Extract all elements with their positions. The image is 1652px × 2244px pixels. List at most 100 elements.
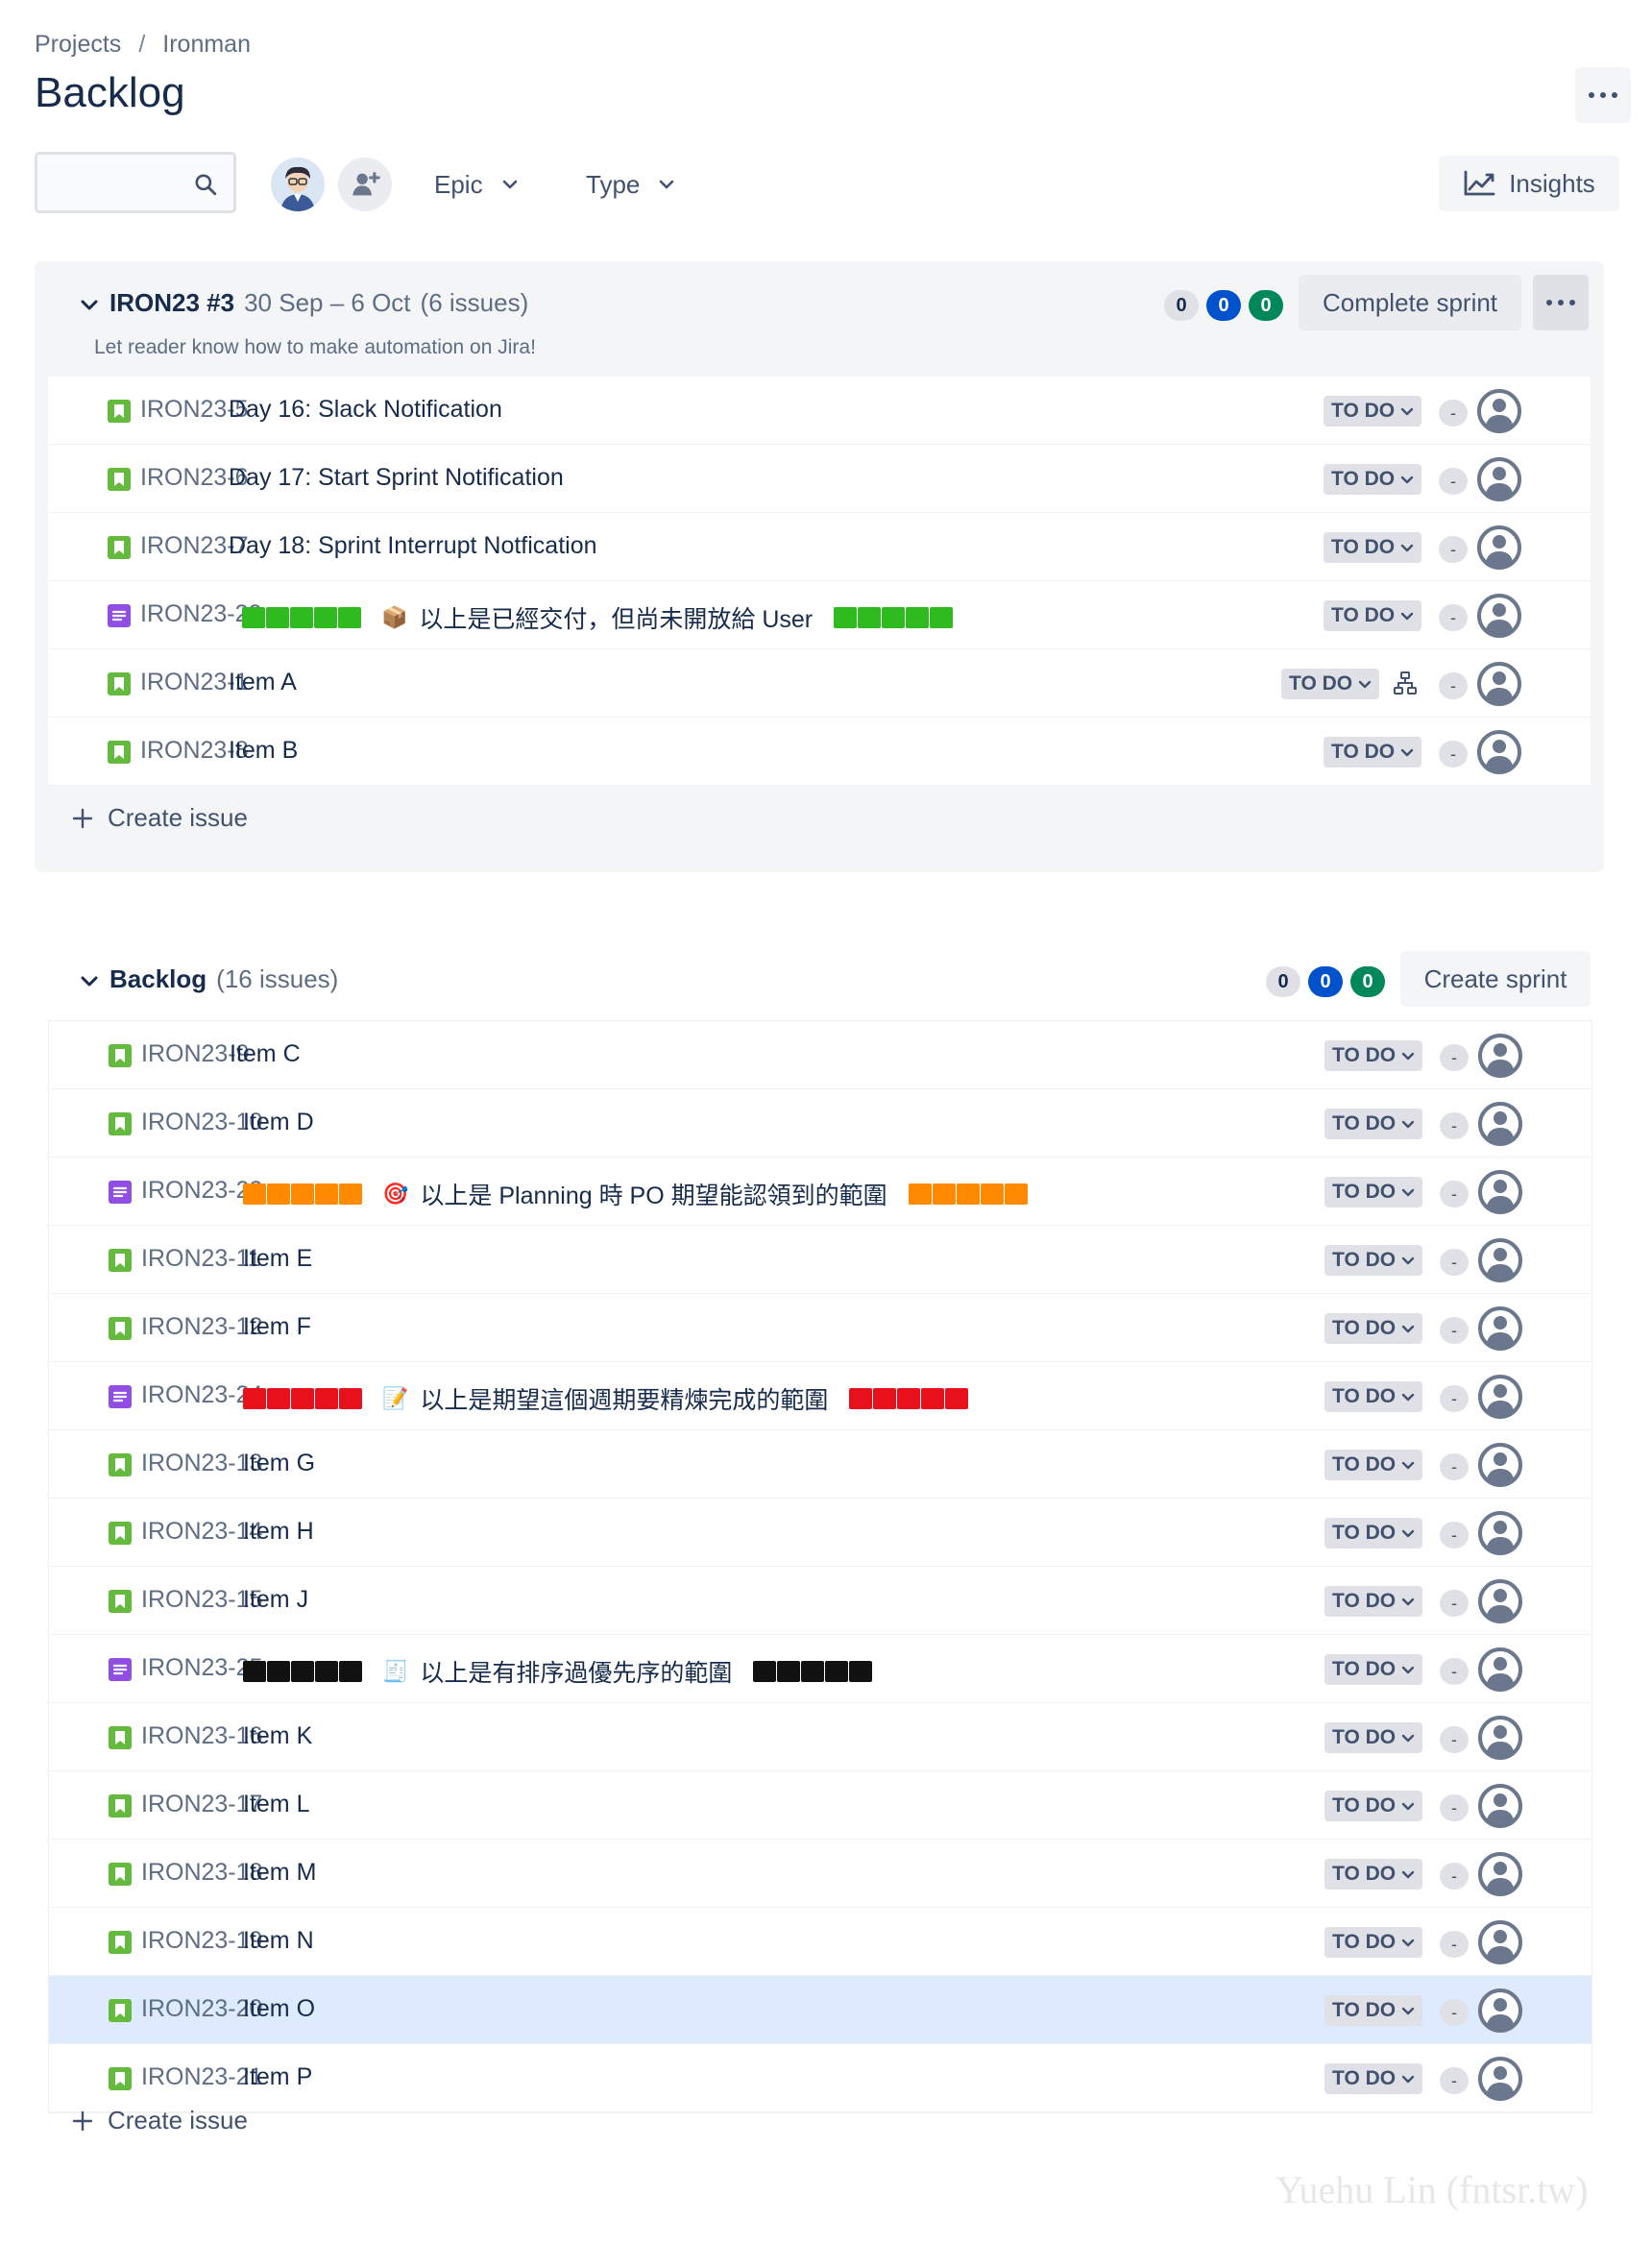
issue-summary[interactable]: 以上是期望這個週期要精煉完成的範圍	[420, 1381, 828, 1416]
story-points-badge[interactable]: -	[1439, 400, 1468, 427]
story-points-badge[interactable]: -	[1440, 1112, 1469, 1139]
unassigned-avatar-icon[interactable]	[1477, 662, 1521, 706]
unassigned-avatar-icon[interactable]	[1478, 1716, 1522, 1760]
unassigned-avatar-icon[interactable]	[1477, 525, 1521, 570]
story-points-badge[interactable]: -	[1439, 604, 1468, 631]
status-dropdown[interactable]: TO DO	[1324, 1245, 1423, 1276]
story-points-badge[interactable]: -	[1440, 1590, 1469, 1617]
issue-row[interactable]: IRON23-15 Item J TO DO -	[49, 1567, 1591, 1635]
unassigned-avatar-icon[interactable]	[1477, 594, 1521, 638]
epic-filter-dropdown[interactable]: Epic	[434, 165, 518, 204]
story-points-badge[interactable]: -	[1440, 1931, 1469, 1958]
unassigned-avatar-icon[interactable]	[1478, 1102, 1522, 1146]
status-dropdown[interactable]: TO DO	[1324, 1450, 1423, 1480]
issue-row[interactable]: IRON23-6 Day 17: Start Sprint Notificatio…	[48, 445, 1591, 513]
issue-row[interactable]: IRON23-8 Item B TO DO -	[48, 718, 1591, 786]
issue-row[interactable]: IRON23-20 Item O TO DO -	[49, 1976, 1591, 2044]
issue-summary[interactable]: 以上是 Planning 時 PO 期望能認領到的範圍	[420, 1177, 887, 1211]
breadcrumb-projects-link[interactable]: Projects	[35, 31, 121, 59]
story-points-badge[interactable]: -	[1440, 1999, 1469, 2026]
issue-summary[interactable]: Item D	[243, 1109, 314, 1136]
unassigned-avatar-icon[interactable]	[1478, 1238, 1522, 1282]
issue-summary[interactable]: Day 16: Slack Notification	[229, 396, 502, 424]
unassigned-avatar-icon[interactable]	[1478, 1852, 1522, 1896]
issue-row[interactable]: IRON23-21 Item P TO DO -	[49, 2044, 1591, 2112]
story-points-badge[interactable]: -	[1440, 2067, 1469, 2094]
status-dropdown[interactable]: TO DO	[1324, 1654, 1423, 1685]
issue-summary[interactable]: Item L	[243, 1791, 309, 1818]
issue-summary[interactable]: Item P	[243, 2063, 312, 2091]
story-points-badge[interactable]: -	[1439, 468, 1468, 495]
status-dropdown[interactable]: TO DO	[1324, 2063, 1423, 2094]
issue-summary[interactable]: Item K	[243, 1722, 312, 1750]
issue-row[interactable]: IRON23-16 Item K TO DO -	[49, 1703, 1591, 1771]
story-points-badge[interactable]: -	[1440, 1794, 1469, 1821]
chevron-down-icon[interactable]	[79, 971, 100, 992]
status-dropdown[interactable]: TO DO	[1324, 1109, 1423, 1139]
story-points-badge[interactable]: -	[1440, 1385, 1469, 1412]
status-dropdown[interactable]: TO DO	[1324, 396, 1422, 427]
page-more-button[interactable]	[1575, 67, 1631, 123]
issue-summary[interactable]: 以上是已經交付，但尚未開放給 User	[419, 600, 813, 635]
status-dropdown[interactable]: TO DO	[1324, 532, 1422, 563]
issue-summary[interactable]: Item B	[229, 737, 298, 765]
story-points-badge[interactable]: -	[1440, 1044, 1469, 1071]
search-box[interactable]	[35, 152, 236, 213]
add-people-button[interactable]	[338, 158, 392, 211]
unassigned-avatar-icon[interactable]	[1478, 1579, 1522, 1623]
issue-row[interactable]: IRON23-5 Day 16: Slack Notification TO DO -	[48, 377, 1591, 445]
issue-summary[interactable]: Item C	[230, 1040, 301, 1068]
status-dropdown[interactable]: TO DO	[1324, 1040, 1423, 1071]
issue-row[interactable]: IRON23-18 Item M TO DO -	[49, 1840, 1591, 1908]
insights-button[interactable]: Insights	[1439, 156, 1619, 211]
status-dropdown[interactable]: TO DO	[1324, 1995, 1423, 2026]
issue-summary[interactable]: Item G	[243, 1450, 315, 1477]
story-points-badge[interactable]: -	[1440, 1181, 1469, 1207]
issue-summary[interactable]: Item M	[243, 1859, 316, 1887]
unassigned-avatar-icon[interactable]	[1478, 1647, 1522, 1692]
story-points-badge[interactable]: -	[1439, 741, 1468, 768]
story-points-badge[interactable]: -	[1440, 1453, 1469, 1480]
unassigned-avatar-icon[interactable]	[1478, 1511, 1522, 1555]
user-avatar-filter[interactable]	[271, 158, 325, 211]
status-dropdown[interactable]: TO DO	[1324, 1859, 1423, 1890]
unassigned-avatar-icon[interactable]	[1478, 1375, 1522, 1419]
sprint-more-button[interactable]	[1533, 275, 1589, 330]
status-dropdown[interactable]: TO DO	[1324, 1177, 1423, 1207]
story-points-badge[interactable]: -	[1440, 1249, 1469, 1276]
issue-summary[interactable]: Item A	[229, 669, 297, 696]
issue-row[interactable]: IRON23-25 🧾 以上是有排序過優先序的範圍 TO DO -	[49, 1635, 1591, 1703]
issue-row[interactable]: IRON23-1 Item A TO DO -	[48, 649, 1591, 718]
story-points-badge[interactable]: -	[1440, 1658, 1469, 1685]
unassigned-avatar-icon[interactable]	[1477, 389, 1521, 433]
unassigned-avatar-icon[interactable]	[1477, 730, 1521, 774]
issue-row[interactable]: IRON23-17 Item L TO DO -	[49, 1771, 1591, 1840]
status-dropdown[interactable]: TO DO	[1324, 1381, 1423, 1412]
issue-summary[interactable]: 以上是有排序過優先序的範圍	[420, 1654, 732, 1689]
issue-row[interactable]: IRON23-14 Item H TO DO -	[49, 1499, 1591, 1567]
status-dropdown[interactable]: TO DO	[1324, 1927, 1423, 1958]
issue-summary[interactable]: Day 17: Start Sprint Notification	[229, 464, 564, 492]
story-points-badge[interactable]: -	[1440, 1522, 1469, 1549]
issue-summary[interactable]: Day 18: Sprint Interrupt Notfication	[229, 532, 597, 560]
search-input[interactable]	[47, 164, 195, 205]
unassigned-avatar-icon[interactable]	[1478, 1784, 1522, 1828]
issue-row[interactable]: IRON23-13 Item G TO DO -	[49, 1430, 1591, 1499]
unassigned-avatar-icon[interactable]	[1478, 1170, 1522, 1214]
status-dropdown[interactable]: TO DO	[1324, 600, 1422, 631]
type-filter-dropdown[interactable]: Type	[586, 165, 674, 204]
issue-row[interactable]: IRON23-10 Item D TO DO -	[49, 1089, 1591, 1158]
status-dropdown[interactable]: TO DO	[1324, 737, 1422, 768]
issue-row[interactable]: IRON23-12 Item F TO DO -	[49, 1294, 1591, 1362]
hierarchy-icon[interactable]	[1393, 671, 1418, 695]
story-points-badge[interactable]: -	[1439, 672, 1468, 699]
status-dropdown[interactable]: TO DO	[1324, 1313, 1423, 1344]
story-points-badge[interactable]: -	[1440, 1726, 1469, 1753]
status-dropdown[interactable]: TO DO	[1324, 1791, 1423, 1821]
issue-row[interactable]: IRON23-11 Item E TO DO -	[49, 1226, 1591, 1294]
chevron-down-icon[interactable]	[79, 295, 100, 316]
issue-summary[interactable]: Item F	[243, 1313, 311, 1341]
issue-summary[interactable]: Item J	[243, 1586, 308, 1614]
issue-summary[interactable]: Item N	[243, 1927, 314, 1955]
backlog-create-issue-button[interactable]: Create issue	[71, 2106, 248, 2135]
